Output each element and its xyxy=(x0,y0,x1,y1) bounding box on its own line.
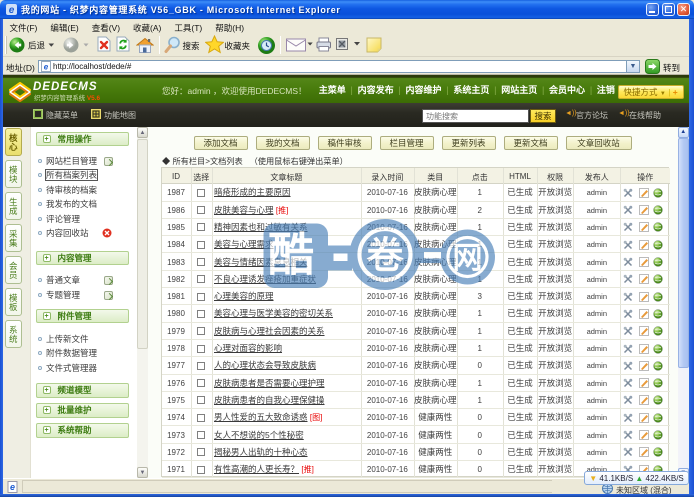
svg-text:e: e xyxy=(10,482,15,492)
svg-text:后退: 后退 xyxy=(28,41,46,51)
svg-text:e: e xyxy=(9,5,15,16)
svg-text:e: e xyxy=(44,63,49,72)
